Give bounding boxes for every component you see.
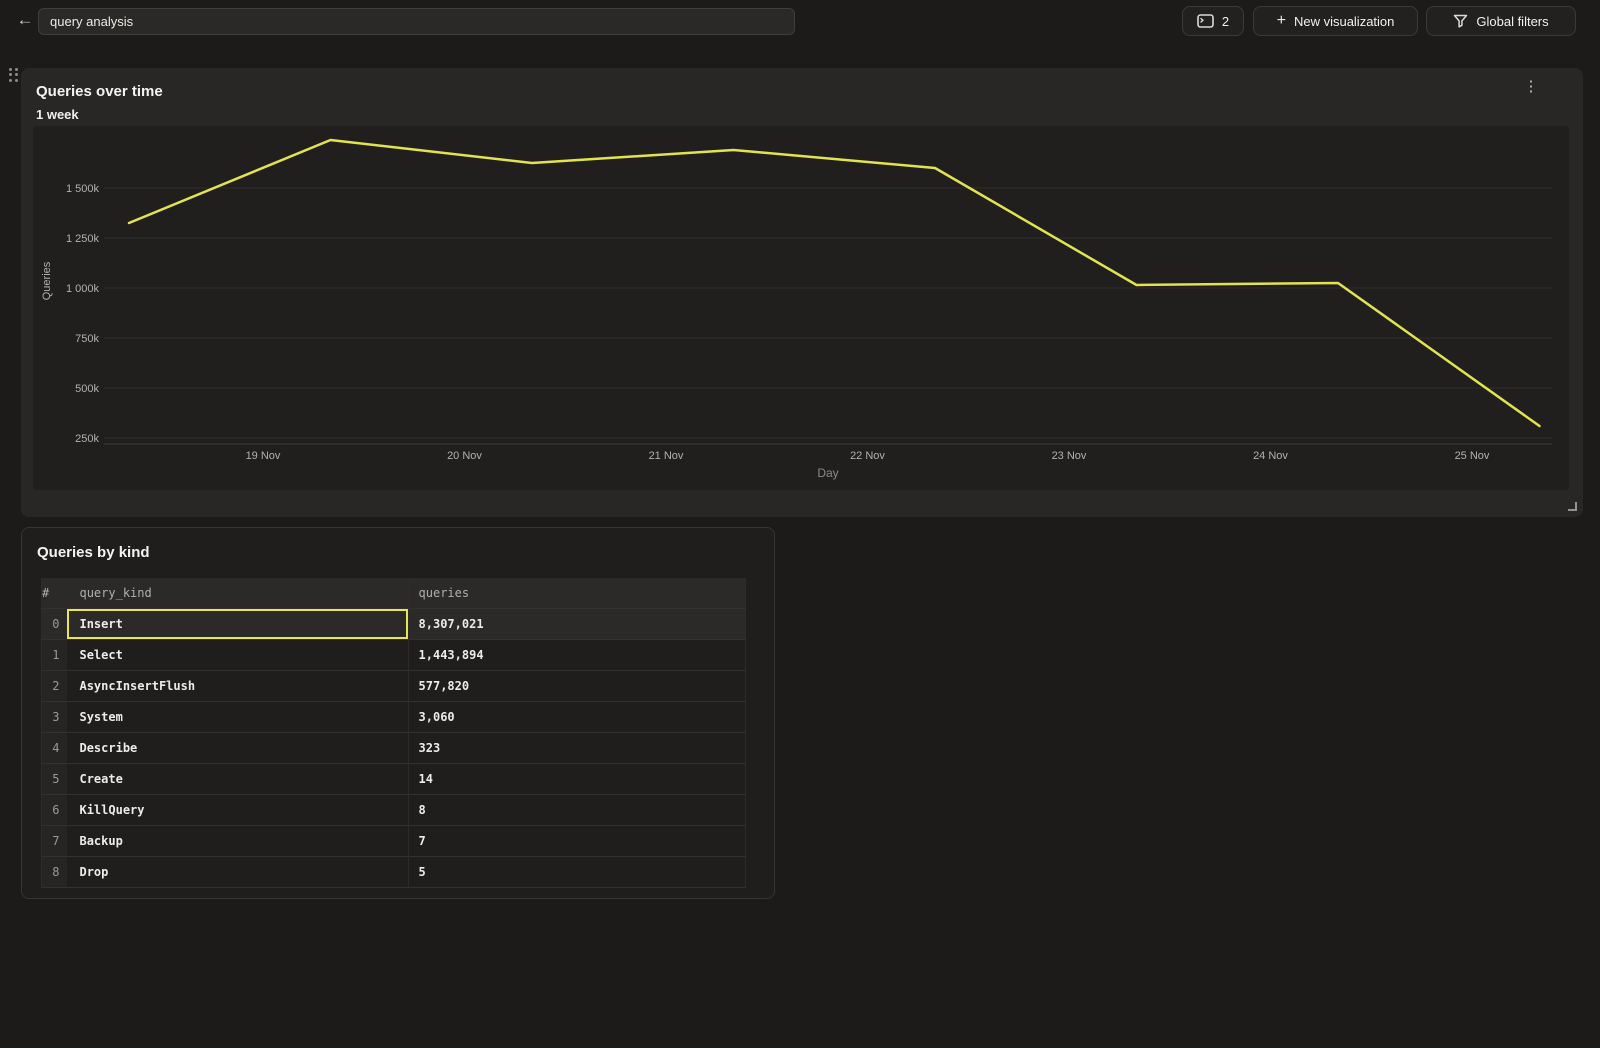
query-kind-cell[interactable]: Create xyxy=(67,763,408,794)
panel-drag-handle-icon[interactable] xyxy=(7,67,20,83)
queries-line-series[interactable] xyxy=(129,140,1540,426)
back-arrow-icon[interactable]: ← xyxy=(12,7,38,33)
query-kind-cell[interactable]: Backup xyxy=(67,825,408,856)
y-axis-tick-label: 1 000k xyxy=(66,283,100,295)
query-kind-cell[interactable]: AsyncInsertFlush xyxy=(67,670,408,701)
global-filters-label: Global filters xyxy=(1476,14,1548,29)
queries-count-cell[interactable]: 323 xyxy=(408,732,745,763)
x-axis-title: Day xyxy=(817,466,838,480)
table-row: 6KillQuery8 xyxy=(42,794,746,825)
y-axis-tick-label: 750k xyxy=(75,333,99,345)
x-axis-tick-label: 19 Nov xyxy=(246,450,281,462)
queries-line-chart: 1 500k 1 250k 1 000k 750k 500k 250k 19 Nov 20 N… xyxy=(33,126,1569,490)
row-index-cell[interactable]: 6 xyxy=(42,794,68,825)
table-column-header[interactable]: queries xyxy=(408,578,745,608)
global-filters-button[interactable]: Global filters xyxy=(1426,6,1576,36)
new-visualization-button[interactable]: + New visualization xyxy=(1253,6,1418,36)
table-row: 5Create14 xyxy=(42,763,746,794)
x-axis-tick-label: 21 Nov xyxy=(649,450,684,462)
queries-by-kind-panel: Queries by kind #query_kindqueries 0Inse… xyxy=(21,527,775,899)
row-index-cell[interactable]: 4 xyxy=(42,732,68,763)
queries-by-kind-table: #query_kindqueries 0Insert8,307,0211Sele… xyxy=(41,578,746,888)
console-count-label: 2 xyxy=(1222,14,1229,29)
row-index-cell[interactable]: 5 xyxy=(42,763,68,794)
query-kind-cell[interactable]: Select xyxy=(67,639,408,670)
row-index-cell[interactable]: 0 xyxy=(42,608,68,639)
queries-count-cell[interactable]: 577,820 xyxy=(408,670,745,701)
y-axis-tick-label: 1 500k xyxy=(66,183,100,195)
queries-count-cell[interactable]: 5 xyxy=(408,856,745,887)
query-kind-cell[interactable]: Drop xyxy=(67,856,408,887)
table-row: 4Describe323 xyxy=(42,732,746,763)
x-axis-tick-label: 25 Nov xyxy=(1455,450,1490,462)
row-index-cell[interactable]: 1 xyxy=(42,639,68,670)
queries-count-cell[interactable]: 7 xyxy=(408,825,745,856)
queries-over-time-panel: Queries over time 1 week ⋮ 1 500k1 250k1… xyxy=(21,68,1583,517)
dashboard-title-input[interactable] xyxy=(38,8,795,35)
x-axis-tick-label: 24 Nov xyxy=(1253,450,1288,462)
table-row: 2AsyncInsertFlush577,820 xyxy=(42,670,746,701)
x-axis-tick-label: 22 Nov xyxy=(850,450,885,462)
chart-panel-title: Queries over time xyxy=(36,83,163,100)
funnel-icon xyxy=(1453,14,1468,28)
table-row: 8Drop5 xyxy=(42,856,746,887)
queries-count-cell[interactable]: 8 xyxy=(408,794,745,825)
new-visualization-label: New visualization xyxy=(1294,14,1394,29)
table-column-header[interactable]: query_kind xyxy=(67,578,408,608)
panel-resize-handle-icon[interactable] xyxy=(1568,502,1577,511)
query-kind-cell[interactable]: Describe xyxy=(67,732,408,763)
x-axis-tick-label: 23 Nov xyxy=(1052,450,1087,462)
queries-count-cell[interactable]: 1,443,894 xyxy=(408,639,745,670)
table-row: 7Backup7 xyxy=(42,825,746,856)
y-axis-tick-label: 1 250k xyxy=(66,233,100,245)
panel-menu-kebab-icon[interactable]: ⋮ xyxy=(1521,77,1541,97)
table-column-header[interactable]: # xyxy=(42,578,68,608)
row-index-cell[interactable]: 2 xyxy=(42,670,68,701)
query-kind-cell[interactable]: KillQuery xyxy=(67,794,408,825)
queries-count-cell[interactable]: 14 xyxy=(408,763,745,794)
query-kind-cell[interactable]: Insert xyxy=(67,608,408,639)
console-icon xyxy=(1197,14,1214,28)
table-row: 0Insert8,307,021 xyxy=(42,608,746,639)
table-row: 1Select1,443,894 xyxy=(42,639,746,670)
y-axis-title: Queries xyxy=(41,261,53,300)
line-chart-plot-area: 1 500k 1 250k 1 000k 750k 500k 250k 19 Nov 20 N… xyxy=(33,126,1569,490)
table-header-row: #query_kindqueries xyxy=(42,578,746,608)
x-axis-tick-label: 20 Nov xyxy=(447,450,482,462)
console-count-button[interactable]: 2 xyxy=(1182,6,1244,36)
plus-icon: + xyxy=(1277,12,1286,30)
y-axis-tick-label: 500k xyxy=(75,383,99,395)
table-panel-title: Queries by kind xyxy=(37,544,150,561)
row-index-cell[interactable]: 7 xyxy=(42,825,68,856)
query-kind-cell[interactable]: System xyxy=(67,701,408,732)
row-index-cell[interactable]: 8 xyxy=(42,856,68,887)
queries-count-cell[interactable]: 8,307,021 xyxy=(408,608,745,639)
table-row: 3System3,060 xyxy=(42,701,746,732)
row-index-cell[interactable]: 3 xyxy=(42,701,68,732)
queries-count-cell[interactable]: 3,060 xyxy=(408,701,745,732)
y-axis-tick-label: 250k xyxy=(75,433,99,445)
chart-panel-subtitle: 1 week xyxy=(36,107,79,122)
top-bar: ← 2 + New visualization Global filters xyxy=(0,0,1600,42)
